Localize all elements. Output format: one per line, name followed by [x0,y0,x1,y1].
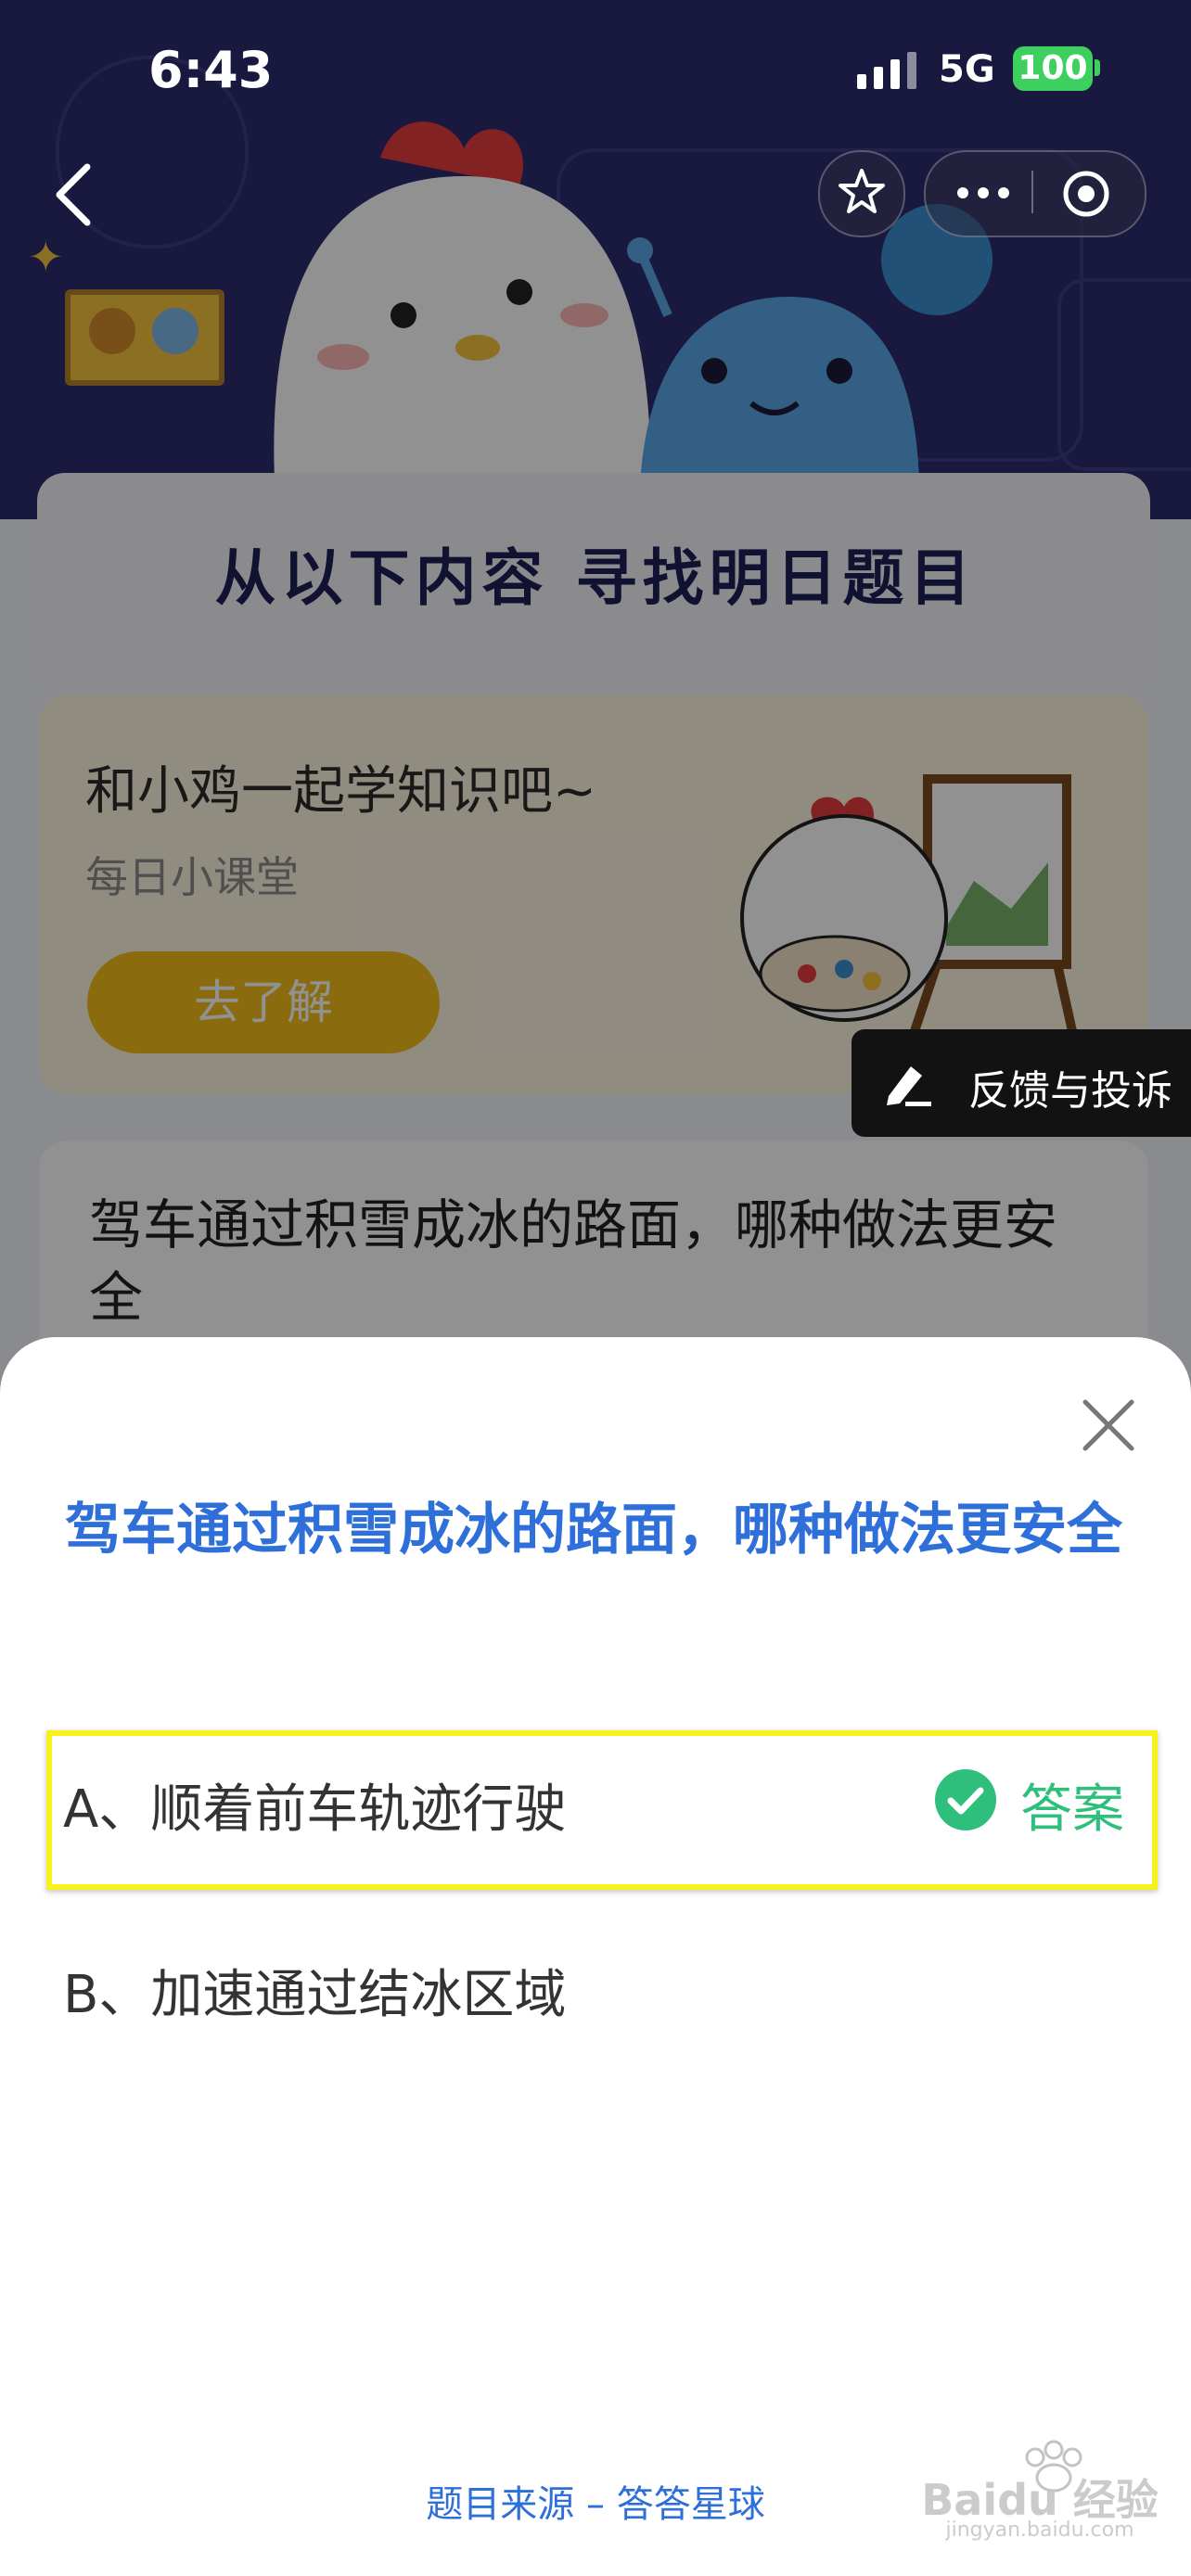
back-arrow-icon[interactable] [46,158,102,232]
capsule-divider [1031,171,1033,213]
close-icon[interactable] [1076,1393,1141,1458]
check-icon [935,1769,996,1830]
network-type: 5G [939,48,995,91]
watermark-url: jingyan.baidu.com [945,2519,1134,2542]
close-miniprogram-icon[interactable] [1061,169,1111,219]
pencil-icon [887,1066,931,1106]
status-time: 6:43 [148,41,274,99]
mini-program-capsule [924,150,1146,237]
signal-icon [857,52,916,89]
favorite-button[interactable] [818,150,905,237]
option-b-label[interactable]: B、加速通过结冰区域 [63,1953,566,2028]
option-a-label: A、顺着前车轨迹行驶 [63,1779,567,1840]
sheet-question: 驾车通过积雪成冰的路面，哪种做法更安全 [65,1498,1122,1562]
feedback-label: 反馈与投诉 [968,1067,1172,1115]
star-icon [839,169,885,213]
battery-icon: 100 [1013,46,1093,91]
answer-tag: 答案 [1020,1779,1124,1840]
more-icon[interactable] [954,180,1013,206]
battery-tip [1095,59,1100,76]
baidu-jingyan-watermark: Baidu 经验 jingyan.baidu.com [915,2439,1165,2542]
